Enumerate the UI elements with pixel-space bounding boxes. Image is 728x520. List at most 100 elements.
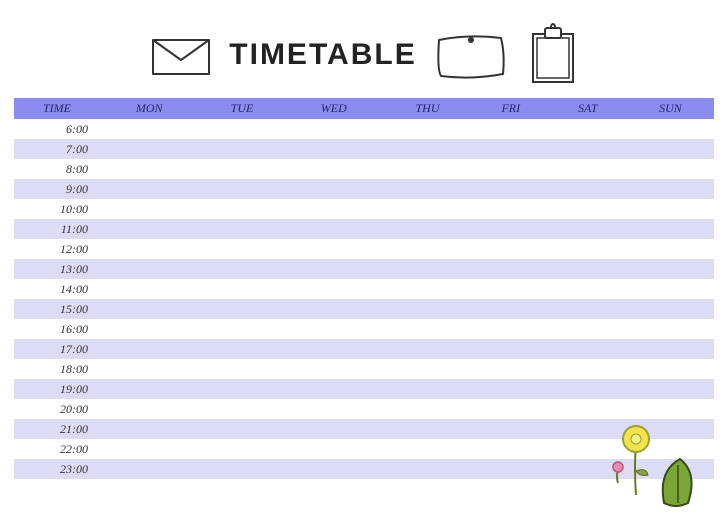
slot-cell [286,259,383,279]
slot-cell [473,259,549,279]
slot-cell [382,219,473,239]
slot-cell [100,319,198,339]
column-header: THU [382,98,473,119]
slot-cell [100,339,198,359]
slot-cell [549,139,627,159]
slot-cell [382,419,473,439]
slot-cell [198,199,285,219]
timetable-row: 6:00 [14,119,714,139]
slot-cell [100,439,198,459]
slot-cell [473,339,549,359]
slot-cell [473,159,549,179]
slot-cell [198,279,285,299]
slot-cell [549,399,627,419]
column-header: FRI [473,98,549,119]
slot-cell [549,379,627,399]
column-header: TUE [198,98,285,119]
slot-cell [549,119,627,139]
time-cell: 23:00 [14,459,100,479]
slot-cell [473,139,549,159]
slot-cell [100,359,198,379]
slot-cell [627,279,714,299]
time-cell: 6:00 [14,119,100,139]
slot-cell [627,299,714,319]
slot-cell [100,239,198,259]
timetable-row: 20:00 [14,399,714,419]
slot-cell [100,299,198,319]
slot-cell [382,259,473,279]
slot-cell [627,399,714,419]
time-cell: 14:00 [14,279,100,299]
slot-cell [549,319,627,339]
timetable-row: 10:00 [14,199,714,219]
slot-cell [286,199,383,219]
timetable-row: 15:00 [14,299,714,319]
slot-cell [286,219,383,239]
slot-cell [198,139,285,159]
slot-cell [382,339,473,359]
slot-cell [100,419,198,439]
slot-cell [100,259,198,279]
slot-cell [286,299,383,319]
slot-cell [382,439,473,459]
time-cell: 8:00 [14,159,100,179]
slot-cell [549,279,627,299]
slot-cell [286,139,383,159]
slot-cell [549,199,627,219]
slot-cell [382,179,473,199]
slot-cell [198,119,285,139]
slot-cell [100,219,198,239]
slot-cell [473,319,549,339]
time-cell: 10:00 [14,199,100,219]
slot-cell [198,179,285,199]
slot-cell [286,359,383,379]
time-cell: 20:00 [14,399,100,419]
column-header: SUN [627,98,714,119]
slot-cell [198,379,285,399]
slot-cell [549,299,627,319]
slot-cell [286,419,383,439]
slot-cell [198,259,285,279]
column-header: MON [100,98,198,119]
slot-cell [382,299,473,319]
timetable-row: 17:00 [14,339,714,359]
slot-cell [198,339,285,359]
time-cell: 18:00 [14,359,100,379]
slot-cell [286,179,383,199]
slot-cell [627,239,714,259]
slot-cell [382,139,473,159]
slot-cell [198,239,285,259]
slot-cell [100,199,198,219]
slot-cell [100,379,198,399]
slot-cell [549,219,627,239]
slot-cell [100,459,198,479]
slot-cell [198,419,285,439]
slot-cell [473,239,549,259]
slot-cell [627,179,714,199]
slot-cell [549,339,627,359]
slot-cell [382,199,473,219]
time-cell: 21:00 [14,419,100,439]
slot-cell [286,159,383,179]
slot-cell [286,439,383,459]
slot-cell [473,439,549,459]
slot-cell [382,119,473,139]
slot-cell [549,239,627,259]
time-cell: 11:00 [14,219,100,239]
slot-cell [198,399,285,419]
slot-cell [286,279,383,299]
slot-cell [549,259,627,279]
time-cell: 22:00 [14,439,100,459]
slot-cell [286,239,383,259]
time-cell: 19:00 [14,379,100,399]
slot-cell [286,319,383,339]
slot-cell [473,179,549,199]
timetable-row: 16:00 [14,319,714,339]
slot-cell [473,459,549,479]
slot-cell [382,399,473,419]
slot-cell [473,299,549,319]
timetable-row: 9:00 [14,179,714,199]
slot-cell [549,179,627,199]
timetable-header-row: TIMEMONTUEWEDTHUFRISATSUN [14,98,714,119]
slot-cell [627,319,714,339]
